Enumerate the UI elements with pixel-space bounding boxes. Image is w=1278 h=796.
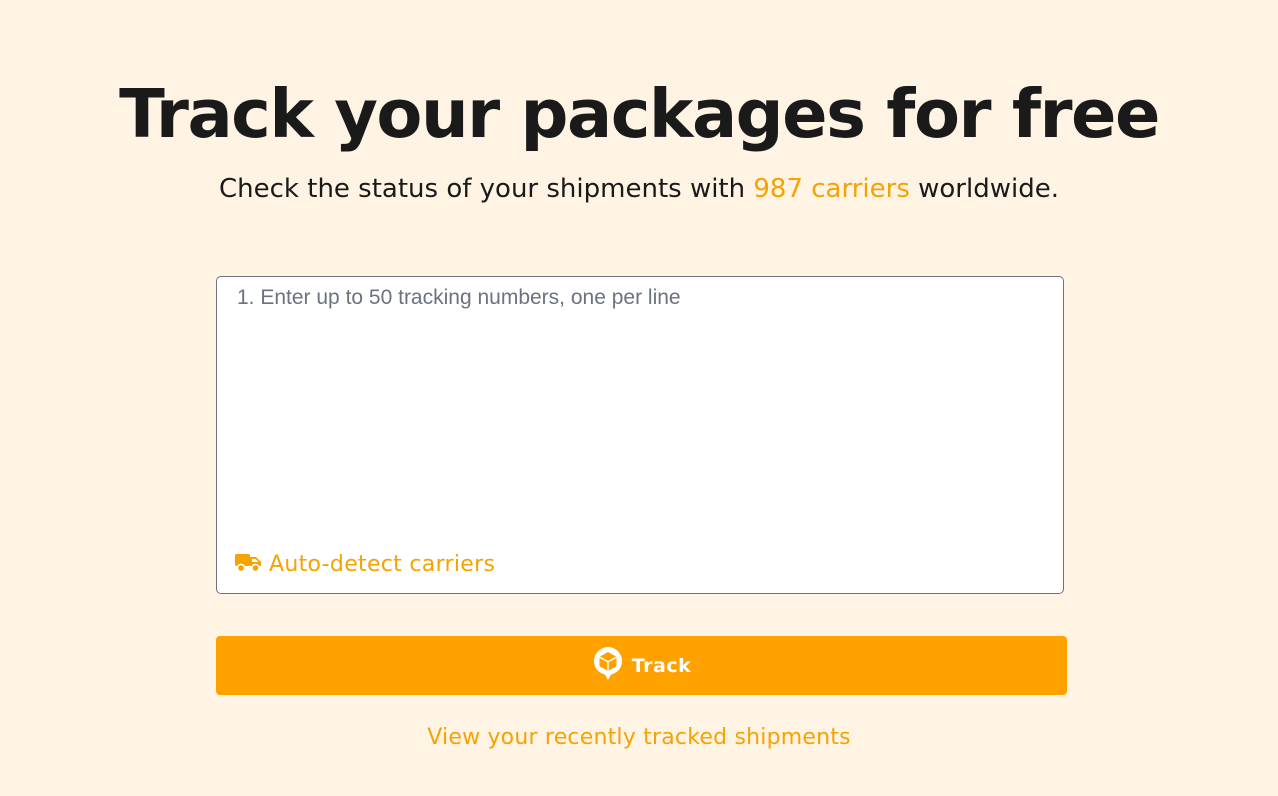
tracking-numbers-input[interactable]	[237, 285, 1047, 535]
track-button-label: Track	[631, 654, 692, 677]
tracking-page: Track your packages for free Check the s…	[0, 0, 1278, 796]
auto-detect-carriers-button[interactable]: Auto-detect carriers	[235, 551, 495, 577]
package-icon	[592, 646, 624, 685]
page-title: Track your packages for free	[119, 75, 1160, 153]
subtitle-text-before: Check the status of your shipments with	[219, 174, 754, 204]
truck-icon	[235, 551, 263, 577]
track-button[interactable]: Track	[216, 636, 1067, 695]
page-subtitle: Check the status of your shipments with …	[0, 172, 1278, 206]
tracking-input-box: Auto-detect carriers	[216, 276, 1064, 594]
auto-detect-label: Auto-detect carriers	[269, 551, 496, 577]
subtitle-text-after: worldwide.	[909, 174, 1059, 204]
recent-shipments-link[interactable]: View your recently tracked shipments	[0, 725, 1278, 750]
carriers-link[interactable]: 987 carriers	[753, 174, 910, 204]
